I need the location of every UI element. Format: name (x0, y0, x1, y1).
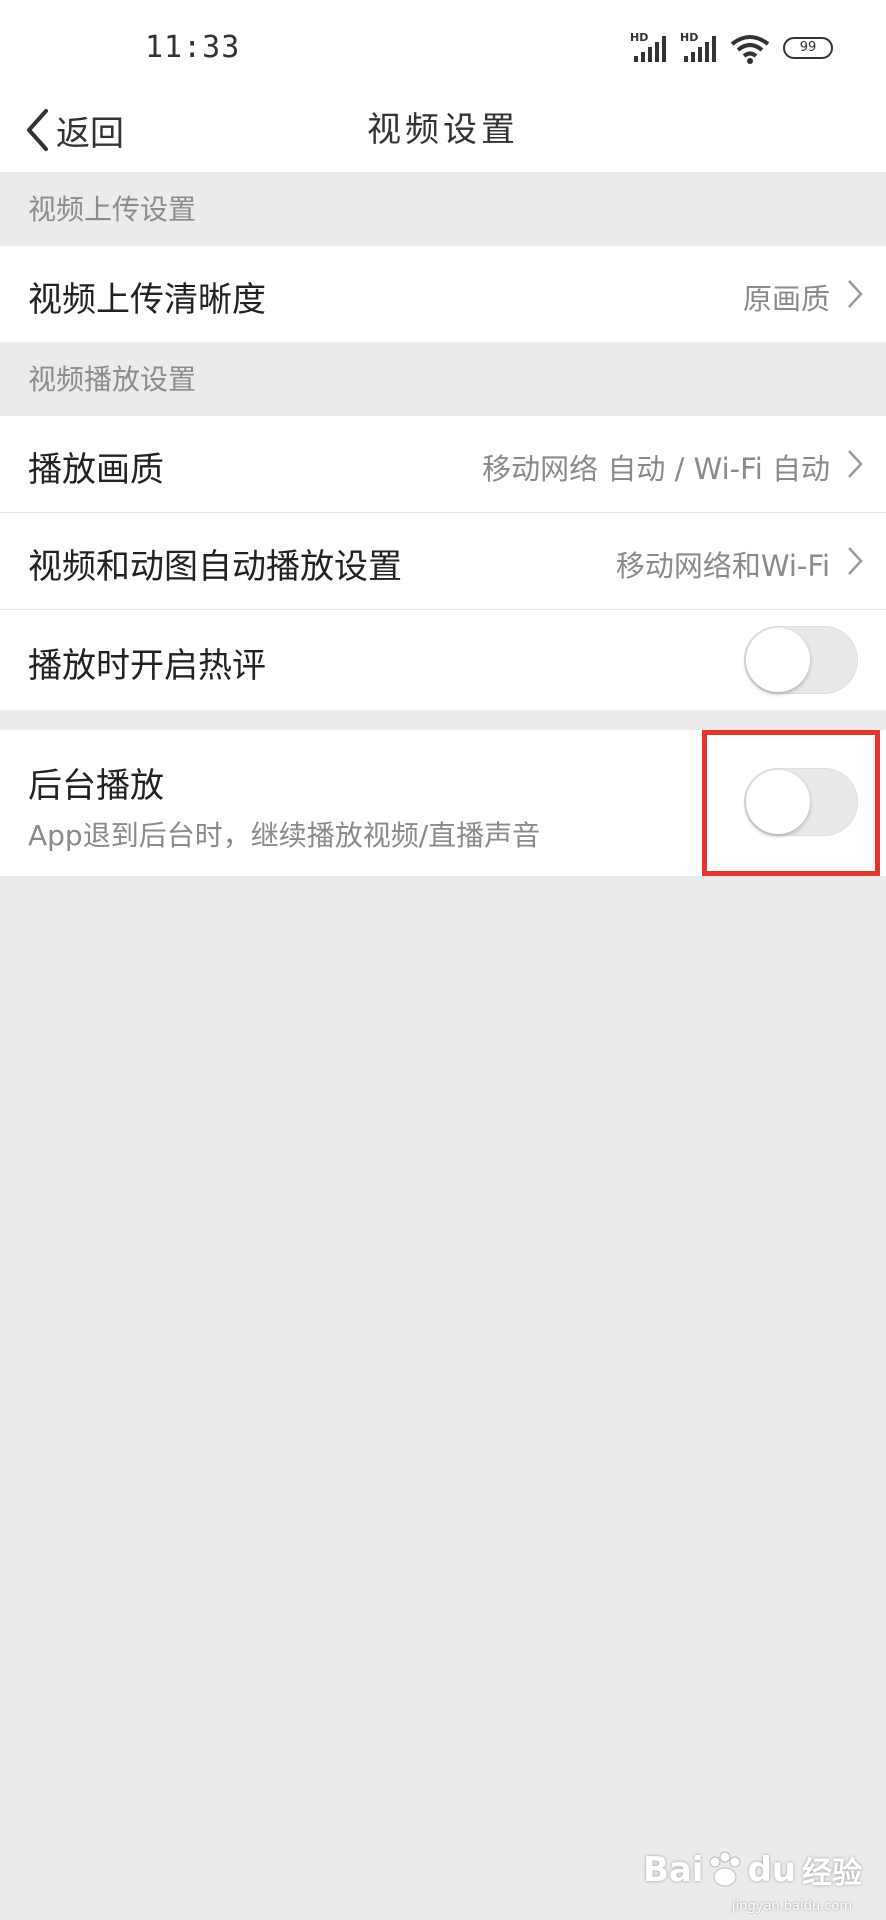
row-value: 移动网络和Wi-Fi (615, 549, 830, 583)
signal-icon: HD (630, 31, 666, 62)
status-time: 11:33 (145, 30, 241, 65)
chevron-right-icon (848, 547, 863, 575)
chevron-right-icon (848, 450, 863, 478)
row-label: 后台播放 (28, 766, 164, 806)
toggle-knob (746, 628, 810, 692)
section-header-upload: 视频上传设置 (28, 193, 197, 226)
row-label: 视频和动图自动播放设置 (28, 547, 402, 587)
row-value: 移动网络 自动 / Wi-Fi 自动 (482, 452, 830, 486)
baidu-watermark: Bai du 经验 (643, 1848, 862, 1892)
battery-level: 99 (799, 40, 817, 55)
signal-hd-label: HD (630, 31, 648, 44)
watermark-brand2: du (747, 1850, 796, 1890)
row-play-quality[interactable]: 播放画质 移动网络 自动 / Wi-Fi 自动 (0, 416, 886, 512)
row-value: 原画质 (742, 282, 830, 316)
signal-icon: HD (680, 31, 716, 62)
row-upload-quality[interactable]: 视频上传清晰度 原画质 (0, 246, 886, 342)
row-label: 视频上传清晰度 (28, 280, 266, 320)
watermark-suffix: 经验 (802, 1856, 862, 1891)
row-label: 播放画质 (28, 450, 164, 490)
row-description: App退到后台时，继续播放视频/直播声音 (28, 819, 541, 852)
section-header-playback: 视频播放设置 (28, 363, 197, 396)
watermark-url: jingyan.baidu.com (732, 1899, 852, 1914)
nav-bar: 返回 视频设置 (0, 90, 886, 172)
row-autoplay[interactable]: 视频和动图自动播放设置 移动网络和Wi-Fi (0, 513, 886, 609)
row-hot-comments: 播放时开启热评 (0, 610, 886, 710)
page-title: 视频设置 (367, 110, 519, 150)
status-bar: 11:33 HD HD 99 (0, 0, 886, 90)
signal-hd-label: HD (680, 31, 698, 44)
watermark-brand: Bai (642, 1850, 704, 1890)
chevron-right-icon (848, 280, 863, 308)
row-label: 播放时开启热评 (28, 646, 266, 686)
paw-icon (709, 1851, 741, 1887)
hot-comments-toggle[interactable] (744, 626, 858, 694)
battery-icon: 99 (783, 37, 833, 59)
highlight-box (702, 730, 880, 876)
wifi-icon (730, 35, 770, 64)
